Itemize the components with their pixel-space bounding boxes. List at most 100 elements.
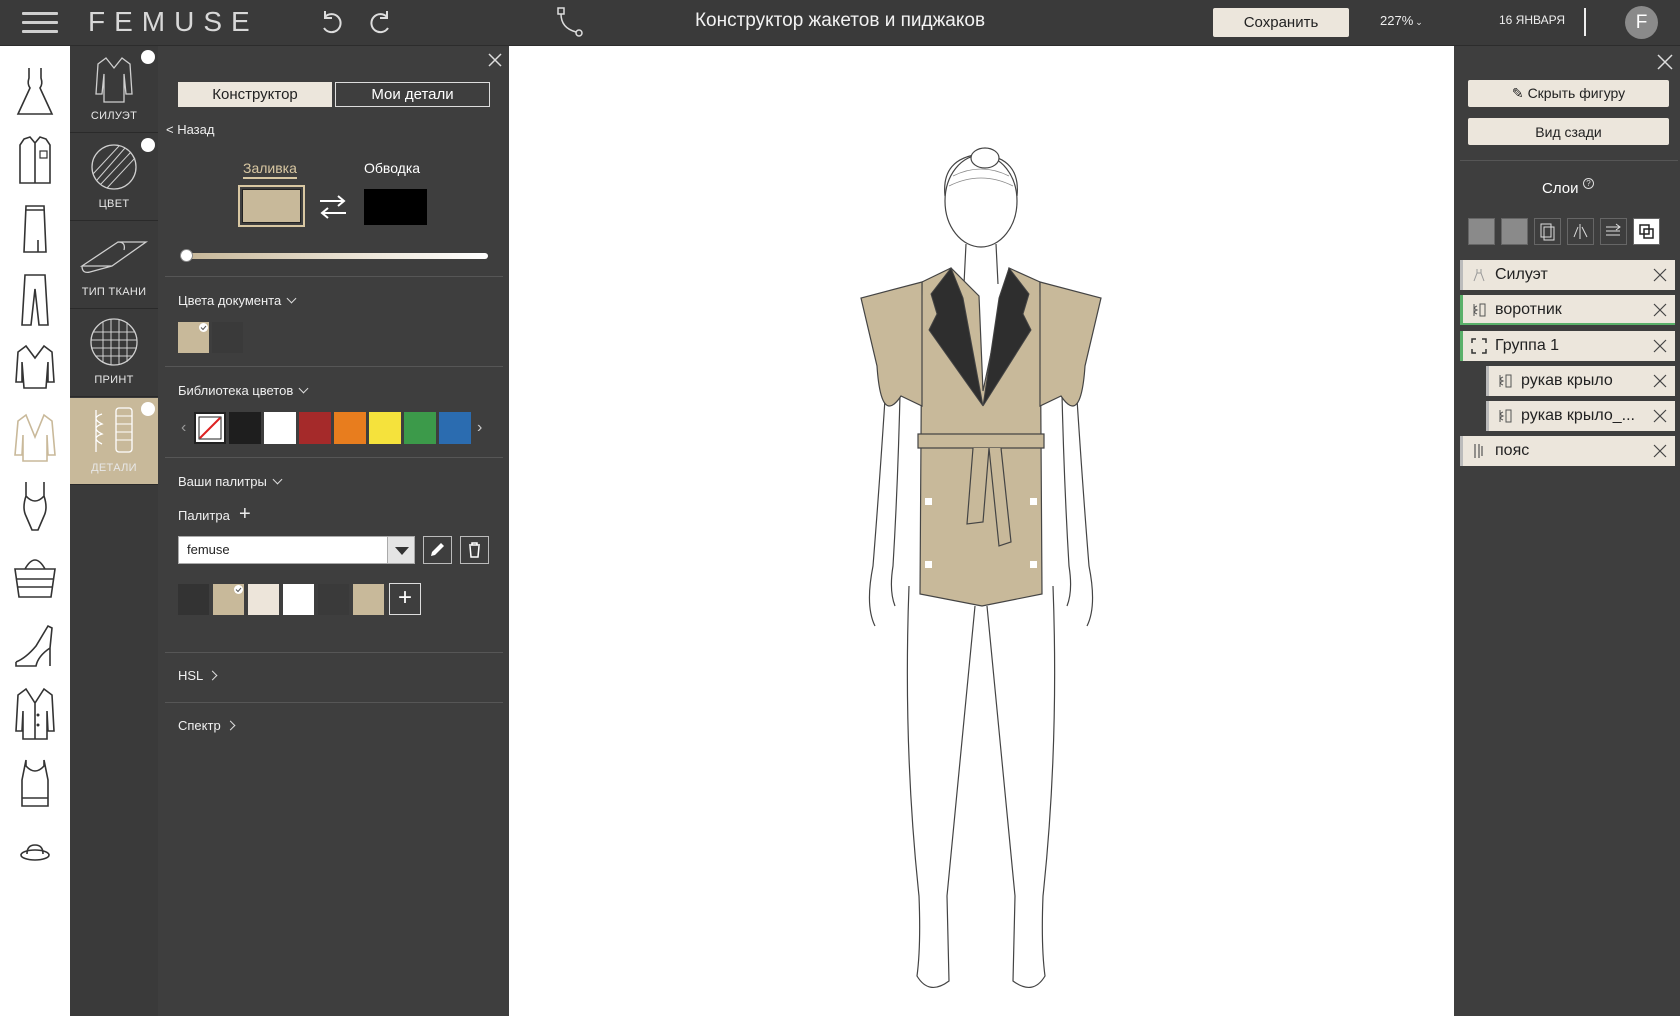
fill-swatch[interactable] bbox=[238, 185, 305, 227]
step-details[interactable]: ДЕТАЛИ bbox=[70, 398, 158, 485]
swap-icon[interactable] bbox=[318, 192, 348, 222]
stroke-swatch[interactable] bbox=[364, 189, 427, 225]
hide-figure-button[interactable]: ✎ Скрыть фигуру bbox=[1468, 80, 1669, 107]
layer-transform-icon[interactable] bbox=[1501, 218, 1528, 245]
bag-icon[interactable] bbox=[10, 547, 60, 605]
node-edit-icon[interactable] bbox=[556, 6, 586, 40]
fashion-figure[interactable] bbox=[509, 46, 1454, 1016]
mirror-icon[interactable] bbox=[1567, 218, 1594, 245]
palette-swatch[interactable] bbox=[353, 584, 384, 615]
sweater-icon[interactable] bbox=[10, 340, 60, 398]
step-color[interactable]: ЦВЕТ bbox=[70, 134, 158, 221]
your-palettes-header[interactable]: Ваши палитры bbox=[178, 474, 283, 489]
layer-wing-sleeve[interactable]: рукав крыло bbox=[1486, 366, 1675, 396]
design-canvas[interactable] bbox=[509, 46, 1454, 1016]
save-button[interactable]: Сохранить bbox=[1213, 8, 1349, 37]
hamburger-menu-icon[interactable] bbox=[22, 12, 58, 34]
layer-collar[interactable]: воротник bbox=[1460, 295, 1675, 325]
your-palettes-label: Ваши палитры bbox=[178, 474, 267, 489]
avatar[interactable]: F bbox=[1625, 6, 1658, 39]
layer-align-icon[interactable] bbox=[1468, 218, 1495, 245]
palette-swatch[interactable] bbox=[213, 584, 244, 615]
edit-palette-button[interactable] bbox=[423, 536, 452, 564]
zoom-selector[interactable]: 227% ⌄ bbox=[1380, 13, 1423, 28]
step-print[interactable]: ПРИНТ bbox=[70, 310, 158, 397]
palette-swatch[interactable] bbox=[318, 584, 349, 615]
palette-swatch[interactable] bbox=[248, 584, 279, 615]
hsl-label: HSL bbox=[178, 668, 204, 683]
tab-my-details[interactable]: Мои детали bbox=[335, 82, 490, 107]
layer-silhouette[interactable]: Силуэт bbox=[1460, 260, 1675, 290]
palette-swatch[interactable] bbox=[178, 584, 209, 615]
logo: FEMUSE bbox=[88, 6, 259, 37]
close-icon[interactable] bbox=[487, 52, 503, 68]
hide-figure-label: Скрыть фигуру bbox=[1527, 85, 1626, 101]
spectrum-header[interactable]: Спектр bbox=[178, 718, 236, 733]
close-icon[interactable] bbox=[1653, 444, 1667, 458]
step-label: СИЛУЭТ bbox=[90, 110, 138, 122]
close-icon[interactable] bbox=[1653, 374, 1667, 388]
swimsuit-icon[interactable] bbox=[10, 478, 60, 536]
chevron-right-icon[interactable]: › bbox=[477, 419, 482, 437]
group-icon bbox=[1471, 338, 1487, 354]
library-swatch-blue[interactable] bbox=[439, 412, 471, 444]
slider-handle[interactable] bbox=[180, 249, 193, 262]
stroke-tab[interactable]: Обводка bbox=[364, 160, 420, 176]
library-swatch-green[interactable] bbox=[404, 412, 436, 444]
fill-tab[interactable]: Заливка bbox=[243, 160, 297, 179]
doc-colors-header[interactable]: Цвета документа bbox=[178, 293, 297, 308]
skirt-icon[interactable] bbox=[10, 202, 60, 260]
sewing-details-icon bbox=[95, 407, 133, 453]
fabric-roll-icon bbox=[79, 241, 149, 274]
opacity-slider[interactable] bbox=[180, 253, 488, 259]
undo-icon[interactable] bbox=[316, 8, 346, 38]
copy-icon[interactable] bbox=[1534, 218, 1561, 245]
shirt-icon[interactable] bbox=[10, 133, 60, 191]
dropdown-arrow-icon bbox=[387, 537, 414, 563]
library-swatch-yellow[interactable] bbox=[369, 412, 401, 444]
delete-palette-button[interactable] bbox=[460, 536, 489, 564]
library-swatch-black[interactable] bbox=[229, 412, 261, 444]
duplicate-icon[interactable] bbox=[1633, 218, 1660, 245]
coat-icon[interactable] bbox=[10, 685, 60, 743]
library-swatch-red[interactable] bbox=[299, 412, 331, 444]
dress-icon[interactable] bbox=[10, 64, 60, 122]
step-silhouette[interactable]: СИЛУЭТ bbox=[70, 46, 158, 133]
close-icon[interactable] bbox=[1653, 339, 1667, 353]
doc-color-swatch[interactable] bbox=[212, 322, 243, 353]
add-palette-icon[interactable]: + bbox=[239, 504, 251, 524]
belt-icon bbox=[1474, 444, 1483, 458]
flip-icon[interactable] bbox=[1600, 218, 1627, 245]
layer-label: рукав крыло bbox=[1521, 372, 1613, 389]
palette-swatch[interactable] bbox=[283, 584, 314, 615]
help-icon[interactable]: ? bbox=[1583, 178, 1594, 189]
layer-belt[interactable]: пояс bbox=[1460, 436, 1675, 466]
library-swatch-white[interactable] bbox=[264, 412, 296, 444]
jacket-icon[interactable] bbox=[10, 409, 60, 467]
close-icon[interactable] bbox=[1653, 268, 1667, 282]
library-swatch-orange[interactable] bbox=[334, 412, 366, 444]
hat-icon[interactable] bbox=[10, 823, 60, 881]
palette-select[interactable]: femuse bbox=[178, 536, 415, 564]
close-icon[interactable] bbox=[1653, 409, 1667, 423]
heel-shoe-icon[interactable] bbox=[10, 616, 60, 674]
step-label: ДЕТАЛИ bbox=[91, 462, 137, 474]
library-header[interactable]: Библиотека цветов bbox=[178, 383, 309, 398]
chevron-down-icon bbox=[272, 474, 283, 485]
layer-wing-sleeve-copy[interactable]: рукав крыло_... bbox=[1486, 401, 1675, 431]
no-color-swatch[interactable] bbox=[194, 412, 226, 444]
close-icon[interactable] bbox=[1656, 53, 1674, 71]
add-color-button[interactable]: + bbox=[389, 583, 421, 615]
hsl-header[interactable]: HSL bbox=[178, 668, 218, 683]
doc-color-swatch[interactable] bbox=[178, 322, 209, 353]
close-icon[interactable] bbox=[1653, 303, 1667, 317]
back-view-button[interactable]: Вид сзади bbox=[1468, 118, 1669, 145]
layer-group-1[interactable]: Группа 1 bbox=[1460, 331, 1675, 361]
redo-icon[interactable] bbox=[366, 8, 396, 38]
tab-constructor[interactable]: Конструктор bbox=[178, 82, 332, 107]
tank-top-icon[interactable] bbox=[10, 754, 60, 812]
back-link[interactable]: < Назад bbox=[166, 122, 214, 137]
trousers-icon[interactable] bbox=[10, 271, 60, 329]
chevron-left-icon[interactable]: ‹ bbox=[181, 419, 186, 437]
step-fabric-type[interactable]: ТИП ТКАНИ bbox=[70, 222, 158, 309]
